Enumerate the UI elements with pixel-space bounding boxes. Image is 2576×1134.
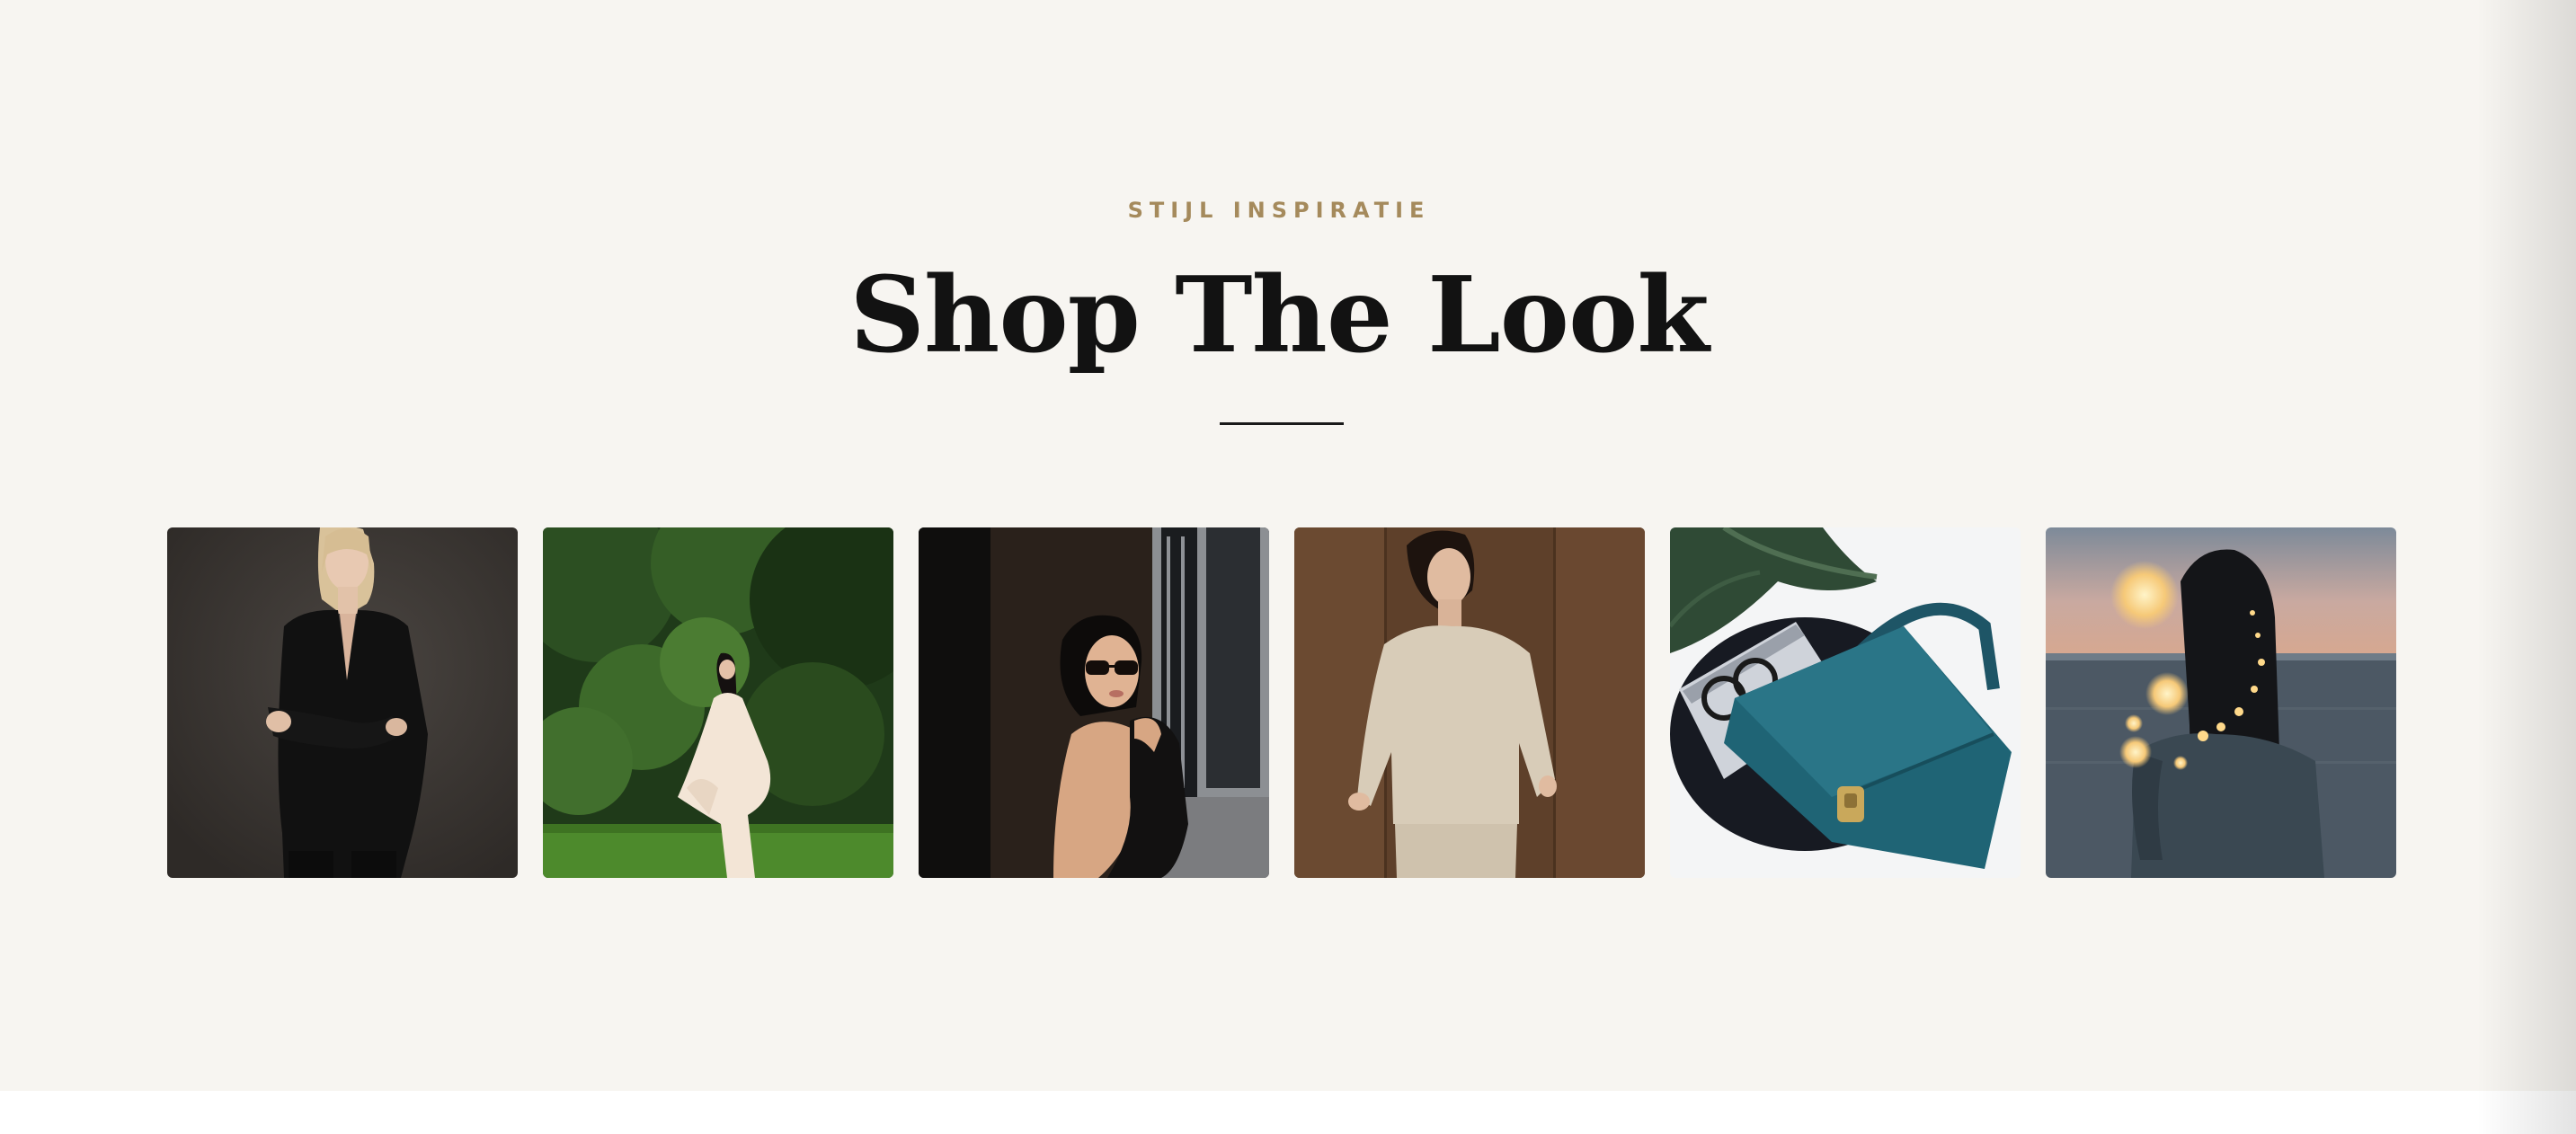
shop-the-look-section: STIJL INSPIRATIE Shop The Look <box>0 0 2576 1091</box>
woman-sea-fairy-lights-photo <box>2046 527 2396 878</box>
woman-black-blazer-photo <box>167 527 518 878</box>
look-image-1[interactable] <box>167 527 518 878</box>
title-divider <box>1220 422 1344 425</box>
teal-handbag-glasses-photo <box>1670 527 2021 878</box>
section-title: Shop The Look <box>849 254 1710 377</box>
look-image-5[interactable] <box>1670 527 2021 878</box>
section-eyebrow: STIJL INSPIRATIE <box>1127 198 1431 223</box>
woman-beige-knit-photo <box>1294 527 1645 878</box>
look-gallery <box>167 527 2396 878</box>
woman-sunglasses-city-photo <box>919 527 1269 878</box>
look-image-2[interactable] <box>543 527 893 878</box>
look-image-6[interactable] <box>2046 527 2396 878</box>
look-image-4[interactable] <box>1294 527 1645 878</box>
next-section-edge <box>0 1091 2576 1134</box>
woman-white-dress-park-photo <box>543 527 893 878</box>
look-image-3[interactable] <box>919 527 1269 878</box>
